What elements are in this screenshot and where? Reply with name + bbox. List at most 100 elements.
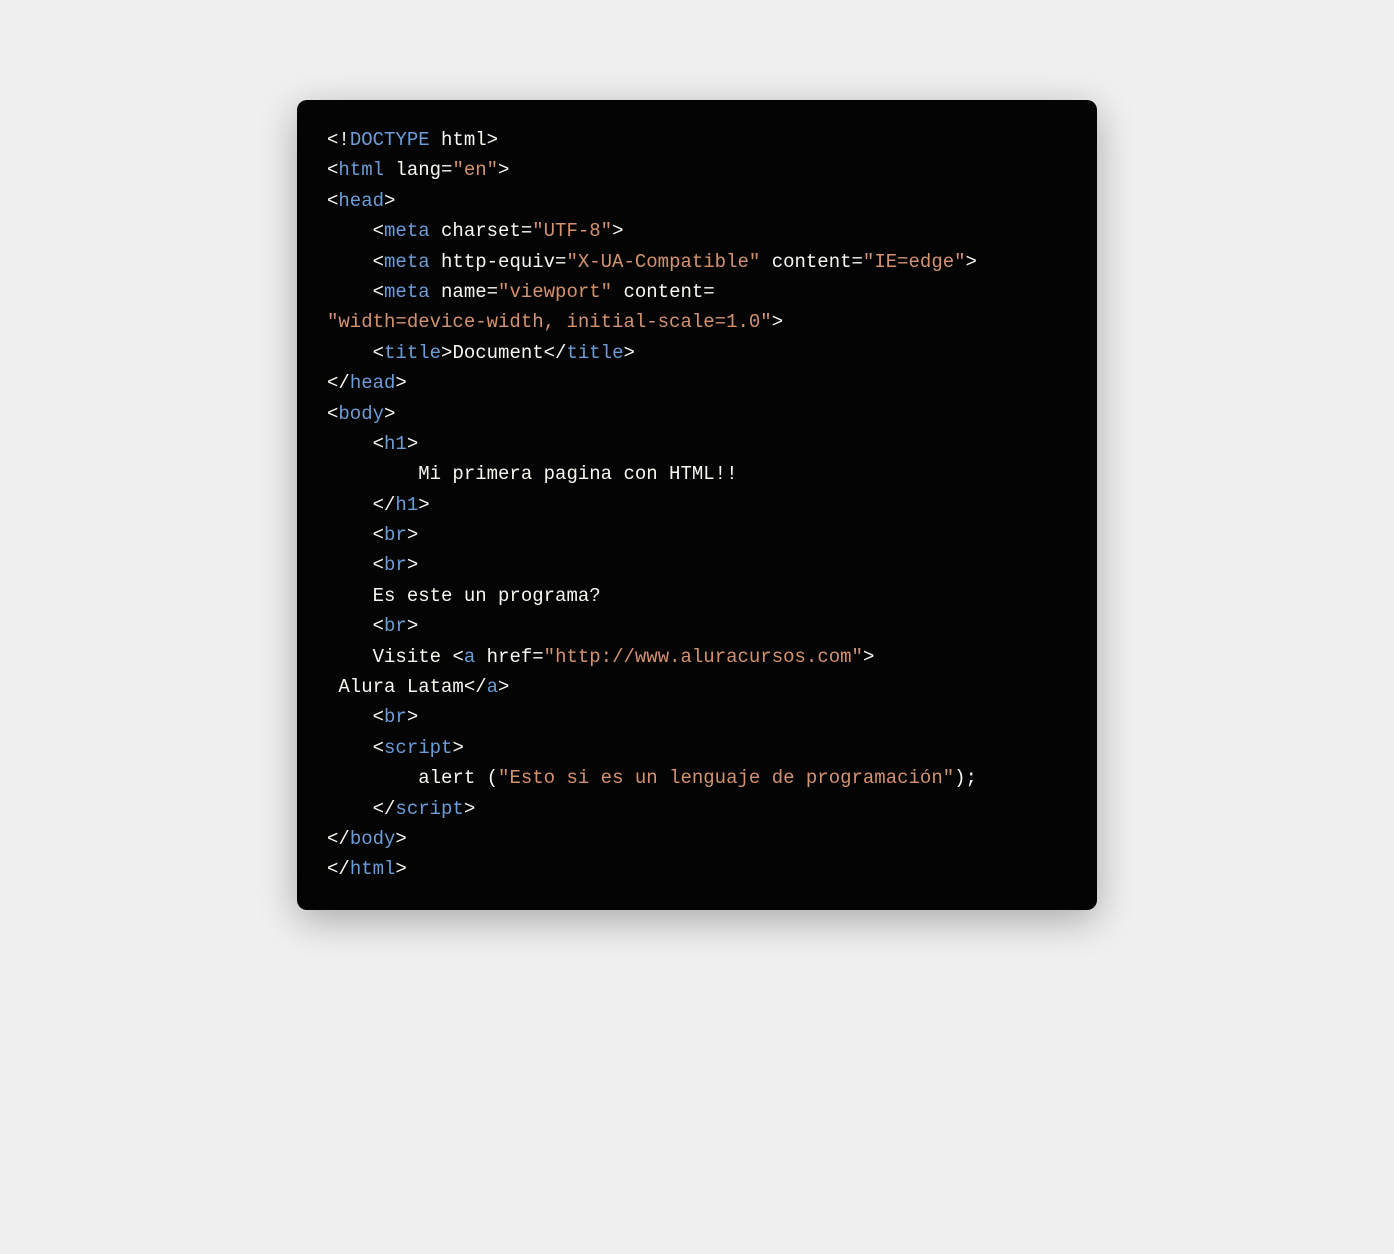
tag-body: body bbox=[338, 403, 384, 425]
punct: </ bbox=[327, 858, 350, 880]
punct: > bbox=[395, 858, 406, 880]
tag-br: br bbox=[384, 706, 407, 728]
punct: < bbox=[452, 646, 463, 668]
h1-text: Mi primera pagina con HTML!! bbox=[418, 463, 737, 485]
punct: = bbox=[487, 281, 498, 303]
punct: > bbox=[612, 220, 623, 242]
punct: > bbox=[772, 311, 783, 333]
punct: </ bbox=[327, 372, 350, 394]
punct: > bbox=[407, 433, 418, 455]
tag-body-close: body bbox=[350, 828, 396, 850]
punct: </ bbox=[373, 494, 396, 516]
indent bbox=[327, 220, 373, 242]
attr-lang: lang bbox=[384, 159, 441, 181]
tag-br: br bbox=[384, 554, 407, 576]
indent bbox=[327, 433, 373, 455]
punct: > bbox=[407, 554, 418, 576]
punct: > bbox=[395, 828, 406, 850]
attr-value: "UTF-8" bbox=[532, 220, 612, 242]
punct: > bbox=[407, 706, 418, 728]
punct: < bbox=[373, 251, 384, 273]
punct: > bbox=[441, 342, 452, 364]
punct: = bbox=[521, 220, 532, 242]
doctype-html: html bbox=[441, 129, 487, 151]
punct: > bbox=[407, 615, 418, 637]
tag-html: html bbox=[338, 159, 384, 181]
text bbox=[430, 129, 441, 151]
attr-value: "http://www.aluracursos.com" bbox=[544, 646, 863, 668]
attr-content: content bbox=[612, 281, 703, 303]
punct: > bbox=[395, 372, 406, 394]
doctype-keyword: DOCTYPE bbox=[350, 129, 430, 151]
punct: < bbox=[373, 554, 384, 576]
tag-html-close: html bbox=[350, 858, 396, 880]
indent bbox=[327, 646, 373, 668]
punct: > bbox=[418, 494, 429, 516]
punct: = bbox=[703, 281, 714, 303]
indent bbox=[327, 767, 418, 789]
tag-h1-close: h1 bbox=[395, 494, 418, 516]
tag-a: a bbox=[464, 646, 475, 668]
punct: < bbox=[373, 615, 384, 637]
indent bbox=[327, 524, 373, 546]
tag-title: title bbox=[384, 342, 441, 364]
indent bbox=[327, 251, 373, 273]
punct: ); bbox=[954, 767, 977, 789]
attr-name: name bbox=[430, 281, 487, 303]
attr-value: "X-UA-Compatible" bbox=[566, 251, 760, 273]
punct: > bbox=[623, 342, 634, 364]
indent bbox=[327, 798, 373, 820]
tag-h1: h1 bbox=[384, 433, 407, 455]
punct: </ bbox=[327, 828, 350, 850]
attr-value: "width=device-width, initial-scale=1.0" bbox=[327, 311, 772, 333]
punct: </ bbox=[373, 798, 396, 820]
punct: < bbox=[373, 342, 384, 364]
punct: </ bbox=[464, 676, 487, 698]
indent bbox=[327, 585, 373, 607]
tag-head-close: head bbox=[350, 372, 396, 394]
punct: < bbox=[373, 220, 384, 242]
punct: </ bbox=[544, 342, 567, 364]
punct: <! bbox=[327, 129, 350, 151]
tag-meta: meta bbox=[384, 281, 430, 303]
punct: > bbox=[487, 129, 498, 151]
indent bbox=[327, 554, 373, 576]
punct: < bbox=[327, 190, 338, 212]
tag-meta: meta bbox=[384, 220, 430, 242]
title-text: Document bbox=[452, 342, 543, 364]
indent bbox=[327, 737, 373, 759]
tag-script-close: script bbox=[395, 798, 463, 820]
link-text: Alura Latam bbox=[327, 676, 464, 698]
indent bbox=[327, 706, 373, 728]
attr-href: href bbox=[475, 646, 532, 668]
punct: < bbox=[373, 281, 384, 303]
tag-head: head bbox=[338, 190, 384, 212]
punct: < bbox=[373, 433, 384, 455]
indent bbox=[327, 494, 373, 516]
attr-http-equiv: http-equiv bbox=[430, 251, 555, 273]
indent bbox=[327, 463, 418, 485]
punct: > bbox=[384, 403, 395, 425]
indent bbox=[327, 281, 373, 303]
punct: = bbox=[532, 646, 543, 668]
punct: = bbox=[555, 251, 566, 273]
punct: > bbox=[407, 524, 418, 546]
tag-br: br bbox=[384, 615, 407, 637]
indent bbox=[327, 342, 373, 364]
attr-value: "viewport" bbox=[498, 281, 612, 303]
punct: > bbox=[966, 251, 977, 273]
punct: = bbox=[852, 251, 863, 273]
punct: > bbox=[498, 676, 509, 698]
tag-br: br bbox=[384, 524, 407, 546]
punct: = bbox=[441, 159, 452, 181]
code-block: <!DOCTYPE html> <html lang="en"> <head> … bbox=[297, 100, 1097, 910]
indent bbox=[327, 615, 373, 637]
punct: > bbox=[452, 737, 463, 759]
body-text: Es este un programa? bbox=[373, 585, 601, 607]
punct: < bbox=[373, 706, 384, 728]
punct: > bbox=[384, 190, 395, 212]
string-literal: "Esto si es un lenguaje de programación" bbox=[498, 767, 954, 789]
punct: > bbox=[464, 798, 475, 820]
punct: ( bbox=[487, 767, 498, 789]
tag-a-close: a bbox=[487, 676, 498, 698]
